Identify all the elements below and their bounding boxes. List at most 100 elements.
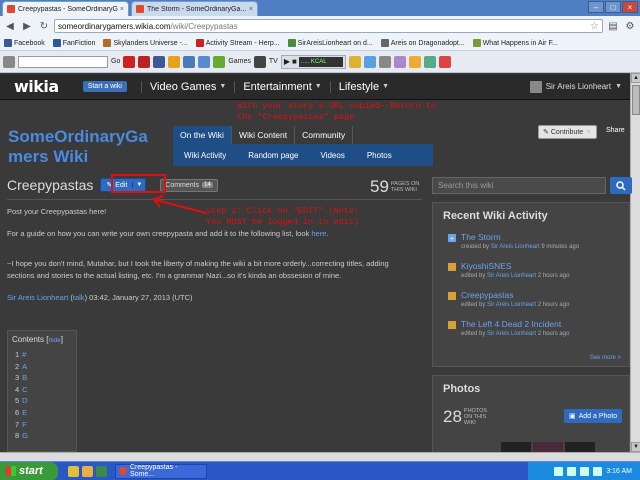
forward-icon[interactable]: ▶ [20, 19, 34, 33]
stop-icon[interactable]: ■ [292, 57, 297, 66]
user-menu[interactable]: Sir Areis Lionheart ▼ [529, 80, 622, 93]
vertical-scrollbar[interactable]: ▲ ▼ [630, 73, 640, 452]
taskbar-item-chrome[interactable]: Creepypastas - Some... [115, 463, 207, 479]
media-icon[interactable] [96, 465, 107, 477]
chat-bubble-icon[interactable] [393, 55, 406, 68]
nav-video-games[interactable]: Video Games ▼ [140, 80, 234, 93]
search-button[interactable] [610, 177, 632, 194]
toc-item[interactable]: 5D [12, 395, 72, 407]
wikia-favicon-icon [136, 5, 144, 13]
bookmark-skylanders[interactable]: Skylanders Universe -... [103, 39, 188, 47]
subnav-videos[interactable]: Videos [310, 151, 356, 160]
wikia-logo[interactable]: wikia [14, 77, 59, 96]
tv-label[interactable]: TV [269, 58, 278, 65]
calendar-icon[interactable] [423, 55, 436, 68]
bookmark-deviantart[interactable]: SirAreisLionheart on d... [287, 39, 373, 47]
signature-talk-link[interactable]: talk [73, 293, 85, 302]
chrome-icon[interactable] [68, 465, 79, 477]
guide-link[interactable]: here [311, 229, 326, 238]
toc-item[interactable]: 4C [12, 384, 72, 396]
bookmark-activity-stream[interactable]: Activity Stream - Herp... [195, 39, 280, 47]
activity-title-link[interactable]: Creepypastas [461, 290, 619, 301]
top-icon[interactable] [138, 55, 151, 68]
windows-taskbar: start Creepypastas - Some... 3:16 AM [0, 461, 640, 480]
bookmark-what-happens[interactable]: What Happens in Air F... [472, 39, 558, 47]
url-input[interactable]: someordinarygamers.wikia.com/wiki/Creepy… [54, 19, 603, 33]
games-icon[interactable] [213, 55, 226, 68]
minimize-icon[interactable]: – [588, 1, 604, 13]
wrench-icon[interactable]: ⚙ [623, 19, 637, 33]
play-icon[interactable]: ▶ [284, 57, 290, 66]
scroll-down-icon[interactable]: ▼ [631, 442, 640, 452]
toc-item[interactable]: 7F [12, 419, 72, 431]
toc-item[interactable]: 1 # [12, 349, 72, 361]
cloud-icon[interactable] [363, 55, 376, 68]
chevron-down-icon: ▼ [615, 83, 622, 90]
smiley-icon[interactable] [408, 55, 421, 68]
start-a-wiki-button[interactable]: Start a wiki [82, 81, 127, 92]
security-icon[interactable] [593, 467, 603, 476]
scroll-thumb[interactable] [632, 85, 640, 115]
subnav-wiki-activity[interactable]: Wiki Activity [173, 151, 237, 160]
start-button[interactable]: start [0, 461, 58, 480]
browser-tab-the-storm[interactable]: The Storm - SomeOrdinaryGa... × [131, 1, 258, 16]
help-icon[interactable] [554, 467, 564, 476]
toc-item[interactable]: 2A [12, 361, 72, 373]
tv-icon[interactable] [253, 55, 266, 68]
folder-icon[interactable] [82, 465, 93, 477]
tab-community[interactable]: Community [295, 126, 354, 144]
mail-icon[interactable] [348, 55, 361, 68]
share-button[interactable]: Share [606, 127, 625, 134]
nav-lifestyle[interactable]: Lifestyle ▼ [329, 80, 397, 93]
toolbar-go-button[interactable]: Go [111, 58, 120, 65]
close-tab-icon[interactable]: × [249, 6, 253, 13]
subnav-random-page[interactable]: Random page [237, 151, 309, 160]
scroll-up-icon[interactable]: ▲ [631, 73, 640, 83]
activity-title-link[interactable]: The Storm [461, 232, 619, 243]
youtube-icon[interactable] [123, 55, 136, 68]
settings-icon[interactable] [378, 55, 391, 68]
tab-on-the-wiki[interactable]: On the Wiki [173, 126, 232, 144]
volume-icon[interactable] [580, 467, 590, 476]
horizontal-scrollbar[interactable] [0, 452, 640, 461]
close-window-icon[interactable]: × [622, 1, 638, 13]
wiki-name[interactable]: SomeOrdinaryGa mers Wiki [8, 127, 173, 167]
browser-tab-creepypastas[interactable]: Creepypastas - SomeOrdinaryG... × [2, 1, 129, 16]
reload-icon[interactable]: ↻ [37, 19, 51, 33]
chat-icon[interactable] [198, 55, 211, 68]
signature-user-link[interactable]: Sir Areis Lionheart [7, 293, 68, 302]
bookmark-dragonadopters[interactable]: Areis on Dragonadopt... [380, 39, 465, 47]
deviantart-icon [287, 39, 296, 47]
wiki-search-input[interactable]: Search this wiki [432, 177, 606, 194]
comments-button[interactable]: Comments 14 [160, 178, 218, 192]
contribute-button[interactable]: ✎ Contribute ▼ [538, 125, 598, 139]
see-more-link[interactable]: See more > [590, 355, 621, 361]
bookmark-fanfiction[interactable]: FanFiction [52, 39, 95, 47]
table-of-contents: Contents [hide] 1 # 2A 3B 4C 5D 6E 7F 8G [7, 330, 77, 452]
nav-entertainment[interactable]: Entertainment ▼ [234, 80, 329, 93]
close-tab-icon[interactable]: × [120, 6, 124, 13]
toc-item[interactable]: 3B [12, 372, 72, 384]
subnav-photos[interactable]: Photos [356, 151, 403, 160]
activity-title-link[interactable]: KiyoshiSNES [461, 261, 619, 272]
activity-title-link[interactable]: The Left 4 Dead 2 Incident [461, 319, 619, 330]
back-icon[interactable]: ◀ [3, 19, 17, 33]
toc-hide-link[interactable]: hide [48, 337, 60, 344]
games-label[interactable]: Games [228, 58, 251, 65]
toc-item[interactable]: 6E [12, 407, 72, 419]
page-menu-icon[interactable]: ▤ [606, 19, 620, 33]
alert-icon[interactable] [438, 55, 451, 68]
search-icon [616, 180, 626, 191]
email-icon[interactable] [183, 55, 196, 68]
weather-icon[interactable] [168, 55, 181, 68]
tab-wiki-content[interactable]: Wiki Content [232, 126, 296, 144]
toc-item[interactable]: 8G [12, 430, 72, 442]
maximize-icon[interactable]: □ [605, 1, 621, 13]
toolbar-search-input[interactable] [18, 55, 108, 68]
bookmark-star-icon[interactable]: ☆ [590, 21, 599, 32]
network-icon[interactable] [567, 467, 577, 476]
facebook-icon [4, 39, 12, 47]
bookmark-facebook[interactable]: Facebook [4, 39, 45, 47]
facebook-icon[interactable] [153, 55, 166, 68]
add-photo-button[interactable]: ▣ Add a Photo [564, 409, 623, 423]
